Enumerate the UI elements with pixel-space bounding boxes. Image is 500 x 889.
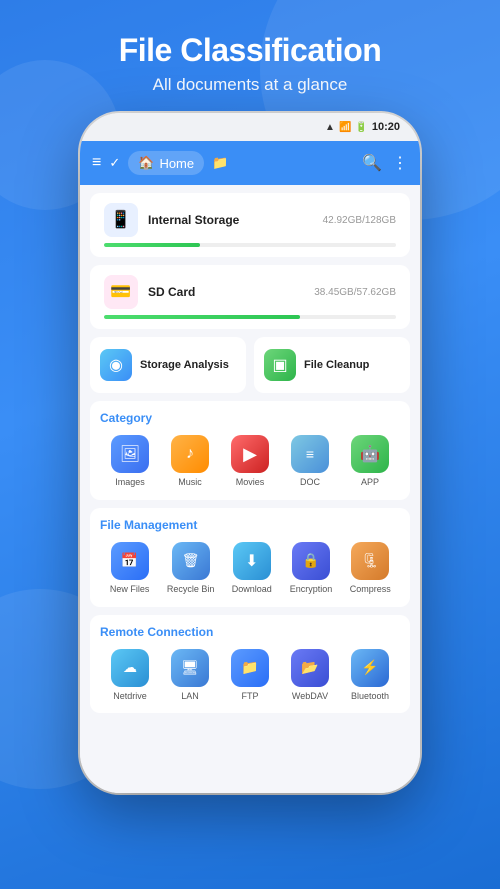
page-title: File Classification — [119, 32, 382, 69]
doc-icon: ≡ — [291, 435, 329, 473]
category-movies[interactable]: ▶ Movies — [228, 435, 272, 488]
webdav-icon: 📂 — [291, 649, 329, 687]
time-display: 10:20 — [372, 121, 400, 133]
file-cleanup-label: File Cleanup — [304, 359, 369, 371]
sdcard-progress-bar — [104, 315, 396, 319]
sdcard-icon: 💳 — [104, 275, 138, 309]
check-icon[interactable]: ✓ — [109, 155, 120, 171]
category-section: Category 🖼 Images ♪ Music ▶ Movies ≡ DOC — [90, 401, 410, 500]
download-icon: ⬇ — [233, 542, 271, 580]
lan-icon: 🖥 — [171, 649, 209, 687]
internal-storage-size: 42.92GB/128GB — [323, 215, 396, 226]
file-management-section: File Management 📅 New Files 🗑 Recycle Bi… — [90, 508, 410, 607]
compress-icon: 🗜 — [351, 542, 389, 580]
home-breadcrumb[interactable]: 🏠 Home — [128, 151, 204, 175]
ftp-label: FTP — [242, 691, 259, 702]
compress-label: Compress — [350, 584, 391, 595]
app-content: 📱 Internal Storage 42.92GB/128GB — [80, 185, 420, 793]
file-mgmt-compress[interactable]: 🗜 Compress — [348, 542, 392, 595]
category-doc[interactable]: ≡ DOC — [288, 435, 332, 488]
menu-icon[interactable]: ≡ — [92, 154, 101, 172]
app-icon: 🤖 — [351, 435, 389, 473]
sdcard-storage-card[interactable]: 💳 SD Card 38.45GB/57.62GB — [90, 265, 410, 329]
encryption-icon: 🔒 — [292, 542, 330, 580]
music-icon: ♪ — [171, 435, 209, 473]
signal-icon: 📶 — [339, 122, 351, 133]
sdcard-progress-fill — [104, 315, 300, 319]
images-icon: 🖼 — [111, 435, 149, 473]
newfiles-label: New Files — [110, 584, 150, 595]
search-icon[interactable]: 🔍 — [362, 153, 382, 173]
category-app[interactable]: 🤖 APP — [348, 435, 392, 488]
internal-storage-icon: 📱 — [104, 203, 138, 237]
remote-webdav[interactable]: 📂 WebDAV — [288, 649, 332, 702]
status-bar: ▲ 📶 🔋 10:20 — [80, 113, 420, 141]
utility-row: ◉ Storage Analysis ▣ File Cleanup — [90, 337, 410, 393]
toolbar-home-label: Home — [159, 156, 194, 171]
movies-label: Movies — [236, 477, 265, 488]
netdrive-icon: ☁ — [111, 649, 149, 687]
images-label: Images — [115, 477, 145, 488]
netdrive-label: Netdrive — [113, 691, 147, 702]
internal-storage-card[interactable]: 📱 Internal Storage 42.92GB/128GB — [90, 193, 410, 257]
storage-analysis-icon: ◉ — [100, 349, 132, 381]
ftp-icon: 📁 — [231, 649, 269, 687]
internal-storage-progress-bar — [104, 243, 396, 247]
app-label: APP — [361, 477, 379, 488]
page-subtitle: All documents at a glance — [119, 75, 382, 95]
recycle-icon: 🗑 — [172, 542, 210, 580]
sdcard-size: 38.45GB/57.62GB — [314, 287, 396, 298]
remote-netdrive[interactable]: ☁ Netdrive — [108, 649, 152, 702]
internal-storage-progress-fill — [104, 243, 200, 247]
movies-icon: ▶ — [231, 435, 269, 473]
battery-icon: 🔋 — [355, 122, 367, 133]
category-images[interactable]: 🖼 Images — [108, 435, 152, 488]
newfiles-icon: 📅 — [111, 542, 149, 580]
file-mgmt-recycle[interactable]: 🗑 Recycle Bin — [167, 542, 215, 595]
storage-analysis-label: Storage Analysis — [140, 359, 229, 371]
category-title: Category — [100, 411, 400, 425]
file-mgmt-newfiles[interactable]: 📅 New Files — [108, 542, 152, 595]
toolbar-right: 🔍 ⋮ — [362, 153, 408, 173]
doc-label: DOC — [300, 477, 320, 488]
remote-connection-section: Remote Connection ☁ Netdrive 🖥 LAN 📁 FTP… — [90, 615, 410, 714]
category-music[interactable]: ♪ Music — [168, 435, 212, 488]
storage-analysis-card[interactable]: ◉ Storage Analysis — [90, 337, 246, 393]
file-cleanup-card[interactable]: ▣ File Cleanup — [254, 337, 410, 393]
status-right: ▲ 📶 🔋 10:20 — [325, 121, 400, 133]
home-icon: 🏠 — [138, 155, 154, 171]
lan-label: LAN — [181, 691, 199, 702]
remote-ftp[interactable]: 📁 FTP — [228, 649, 272, 702]
remote-connection-grid: ☁ Netdrive 🖥 LAN 📁 FTP 📂 WebDAV ⚡ B — [100, 649, 400, 702]
internal-storage-name: Internal Storage — [148, 213, 239, 227]
more-icon[interactable]: ⋮ — [392, 153, 408, 173]
encryption-label: Encryption — [290, 584, 333, 595]
file-management-grid: 📅 New Files 🗑 Recycle Bin ⬇ Download 🔒 E… — [100, 542, 400, 595]
download-label: Download — [232, 584, 272, 595]
phone-frame: ▲ 📶 🔋 10:20 ≡ ✓ 🏠 Home 📁 🔍 ⋮ 📱 — [80, 113, 420, 793]
file-cleanup-icon: ▣ — [264, 349, 296, 381]
music-label: Music — [178, 477, 202, 488]
recycle-label: Recycle Bin — [167, 584, 215, 595]
internal-storage-info: Internal Storage 42.92GB/128GB — [148, 213, 396, 227]
category-grid: 🖼 Images ♪ Music ▶ Movies ≡ DOC 🤖 AP — [100, 435, 400, 488]
bluetooth-icon: ⚡ — [351, 649, 389, 687]
webdav-label: WebDAV — [292, 691, 328, 702]
remote-connection-title: Remote Connection — [100, 625, 400, 639]
app-toolbar: ≡ ✓ 🏠 Home 📁 🔍 ⋮ — [80, 141, 420, 185]
file-mgmt-download[interactable]: ⬇ Download — [230, 542, 274, 595]
remote-bluetooth[interactable]: ⚡ Bluetooth — [348, 649, 392, 702]
sdcard-name: SD Card — [148, 285, 195, 299]
wifi-icon: ▲ — [325, 122, 335, 133]
remote-lan[interactable]: 🖥 LAN — [168, 649, 212, 702]
sdcard-info: SD Card 38.45GB/57.62GB — [148, 285, 396, 299]
bluetooth-label: Bluetooth — [351, 691, 389, 702]
file-mgmt-encryption[interactable]: 🔒 Encryption — [289, 542, 333, 595]
toolbar-left: ≡ ✓ 🏠 Home 📁 — [92, 151, 354, 175]
folder-icon[interactable]: 📁 — [212, 155, 228, 171]
header-section: File Classification All documents at a g… — [99, 0, 402, 113]
file-management-title: File Management — [100, 518, 400, 532]
